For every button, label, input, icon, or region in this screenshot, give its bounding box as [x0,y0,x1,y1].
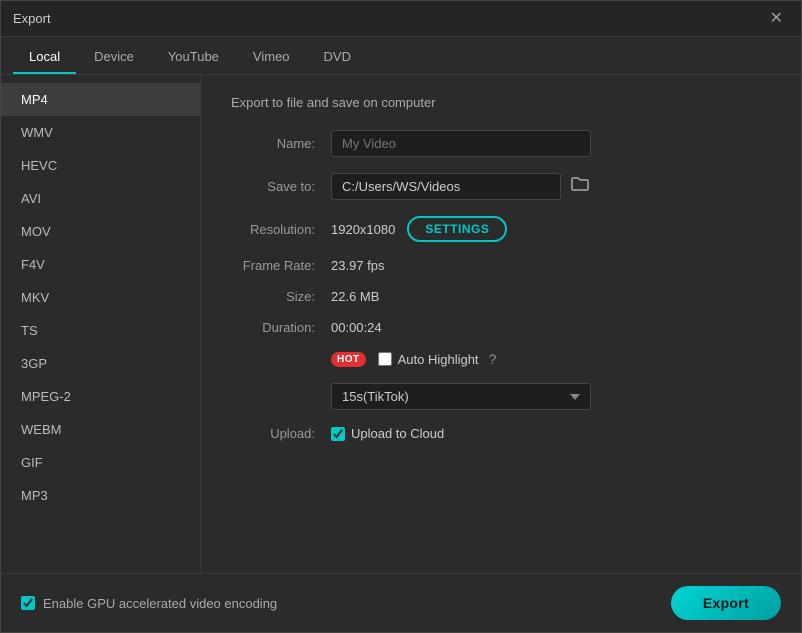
settings-button[interactable]: SETTINGS [407,216,507,242]
content-area: MP4 WMV HEVC AVI MOV F4V MKV TS 3GP MPEG… [1,75,801,573]
main-form: Export to file and save on computer Name… [201,75,801,573]
export-subtitle: Export to file and save on computer [231,95,771,110]
auto-highlight-checkbox-label[interactable]: Auto Highlight [378,352,479,367]
sidebar-item-webm[interactable]: WEBM [1,413,200,446]
export-dialog: Export ✕ Local Device YouTube Vimeo DVD … [0,0,802,633]
close-button[interactable]: ✕ [764,9,789,29]
size-label: Size: [231,289,331,304]
sidebar-item-hevc[interactable]: HEVC [1,149,200,182]
gpu-checkbox[interactable] [21,596,35,610]
auto-highlight-container: HOT Auto Highlight ? [331,351,496,367]
size-row: Size: 22.6 MB [231,289,771,304]
export-button[interactable]: Export [671,586,781,620]
help-icon[interactable]: ? [489,351,497,367]
auto-highlight-row: HOT Auto Highlight ? [231,351,771,367]
upload-to-cloud-text: Upload to Cloud [351,426,444,441]
sidebar-item-wmv[interactable]: WMV [1,116,200,149]
sidebar-item-mov[interactable]: MOV [1,215,200,248]
tab-youtube[interactable]: YouTube [152,41,235,74]
gpu-label-text: Enable GPU accelerated video encoding [43,596,277,611]
save-to-row: Save to: [231,173,771,200]
upload-to-cloud-checkbox[interactable] [331,427,345,441]
frame-rate-row: Frame Rate: 23.97 fps [231,258,771,273]
frame-rate-value: 23.97 fps [331,258,385,273]
footer: Enable GPU accelerated video encoding Ex… [1,573,801,632]
sidebar-item-gif[interactable]: GIF [1,446,200,479]
size-value: 22.6 MB [331,289,379,304]
tab-bar: Local Device YouTube Vimeo DVD [1,37,801,75]
sidebar-item-avi[interactable]: AVI [1,182,200,215]
tiktok-dropdown[interactable]: 15s(TikTok) 30s 60s Custom [331,383,591,410]
tab-device[interactable]: Device [78,41,150,74]
upload-row: Upload: Upload to Cloud [231,426,771,441]
gpu-checkbox-label[interactable]: Enable GPU accelerated video encoding [21,596,277,611]
upload-label: Upload: [231,426,331,441]
upload-to-cloud-label[interactable]: Upload to Cloud [331,426,444,441]
sidebar-item-3gp[interactable]: 3GP [1,347,200,380]
dialog-title: Export [13,11,51,26]
duration-row: Duration: 00:00:24 [231,320,771,335]
tab-vimeo[interactable]: Vimeo [237,41,306,74]
sidebar-item-mpeg2[interactable]: MPEG-2 [1,380,200,413]
tiktok-dropdown-container: 15s(TikTok) 30s 60s Custom [331,383,771,410]
auto-highlight-checkbox[interactable] [378,352,392,366]
format-sidebar: MP4 WMV HEVC AVI MOV F4V MKV TS 3GP MPEG… [1,75,201,573]
duration-label: Duration: [231,320,331,335]
resolution-row: Resolution: 1920x1080 SETTINGS [231,216,771,242]
save-to-label: Save to: [231,179,331,194]
resolution-value: 1920x1080 [331,222,395,237]
save-path-input[interactable] [331,173,561,200]
duration-value: 00:00:24 [331,320,382,335]
name-label: Name: [231,136,331,151]
name-row: Name: [231,130,771,157]
resolution-label: Resolution: [231,222,331,237]
folder-browse-button[interactable] [567,174,593,199]
resolution-container: 1920x1080 SETTINGS [331,216,507,242]
tab-dvd[interactable]: DVD [308,41,367,74]
name-input[interactable] [331,130,591,157]
save-to-container [331,173,593,200]
sidebar-item-mp4[interactable]: MP4 [1,83,200,116]
sidebar-item-ts[interactable]: TS [1,314,200,347]
sidebar-item-mp3[interactable]: MP3 [1,479,200,512]
hot-badge: HOT [331,352,366,367]
tab-local[interactable]: Local [13,41,76,74]
sidebar-item-f4v[interactable]: F4V [1,248,200,281]
frame-rate-label: Frame Rate: [231,258,331,273]
auto-highlight-label: Auto Highlight [398,352,479,367]
sidebar-item-mkv[interactable]: MKV [1,281,200,314]
title-bar: Export ✕ [1,1,801,37]
